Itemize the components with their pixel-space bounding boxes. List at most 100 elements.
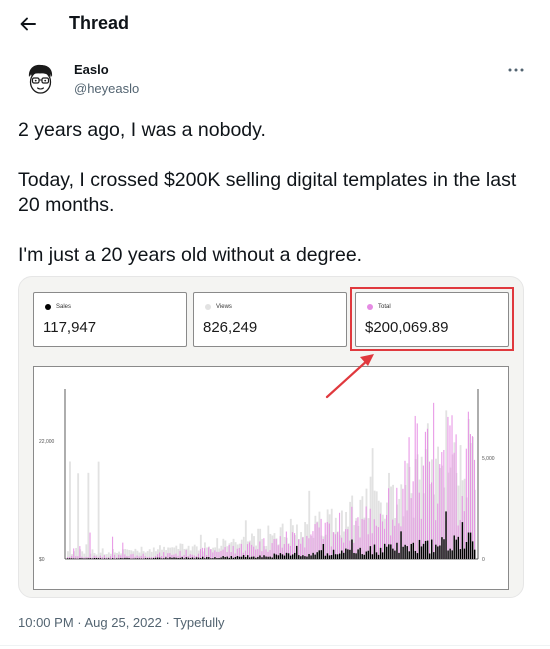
total-bar <box>218 551 220 559</box>
total-bar <box>416 423 418 559</box>
tweet-media-image[interactable]: Sales 117,947 Views 826,249 Total $200,0… <box>18 276 524 598</box>
sales-bar <box>206 557 208 559</box>
sales-bar <box>296 545 298 559</box>
sales-bar <box>367 550 370 559</box>
sales-bar <box>330 555 333 559</box>
sales-bar <box>359 547 361 559</box>
sales-bar <box>406 546 408 559</box>
sales-bar <box>152 558 155 559</box>
total-bar <box>132 553 134 559</box>
sales-bar <box>287 553 290 559</box>
author-name[interactable]: Easlo <box>74 62 109 77</box>
total-bar <box>114 554 116 559</box>
sales-bar <box>210 558 212 559</box>
sales-bar <box>175 557 177 559</box>
sales-bar <box>416 553 419 559</box>
tweet-time[interactable]: 10:00 PM <box>18 615 74 630</box>
total-bar <box>306 535 308 559</box>
sales-bar <box>383 543 386 559</box>
sales-bar <box>390 544 392 559</box>
sales-bar <box>265 556 267 559</box>
sales-bar <box>83 558 85 559</box>
total-bar <box>439 464 441 559</box>
sales-bar <box>371 554 374 559</box>
sales-bar <box>195 557 198 559</box>
sales-bar <box>328 555 331 559</box>
sales-bar <box>404 544 406 559</box>
total-bar <box>130 554 132 559</box>
sales-bar <box>373 544 376 559</box>
total-bar <box>204 548 206 559</box>
sales-bar <box>240 556 243 559</box>
sales-bar <box>232 557 235 559</box>
left-tick-label: $0 <box>39 557 45 563</box>
back-button[interactable] <box>14 10 42 38</box>
sales-bar <box>255 557 257 559</box>
sales-bar <box>422 543 425 559</box>
sales-bar <box>471 541 474 559</box>
sales-bar <box>443 539 445 559</box>
tweet-source[interactable]: Typefully <box>173 615 224 630</box>
views-bar <box>77 473 80 559</box>
sales-bar <box>111 558 114 559</box>
sales-bar <box>300 556 302 559</box>
avatar[interactable] <box>22 61 58 97</box>
more-options-button[interactable] <box>504 60 528 80</box>
tweet-paragraph: I'm just a 20 years old without a degree… <box>18 244 363 266</box>
sales-bar <box>251 556 253 559</box>
stat-card-views: Views 826,249 <box>193 292 347 347</box>
total-bar <box>473 459 476 559</box>
sales-bar <box>365 551 367 559</box>
sales-bar <box>179 557 181 559</box>
author-handle[interactable]: @heyeaslo <box>74 81 139 96</box>
sales-bar <box>269 556 271 559</box>
stat-label: Sales <box>56 304 72 310</box>
sales-bar <box>279 553 282 559</box>
sales-bar <box>171 557 173 559</box>
sales-bar <box>294 552 296 559</box>
sales-bar <box>441 537 443 559</box>
total-bar <box>142 553 144 559</box>
sales-bar <box>128 558 130 559</box>
sales-bar <box>81 558 83 559</box>
sales-bar <box>420 546 423 559</box>
sales-bar <box>426 540 429 559</box>
sales-bar <box>332 549 335 559</box>
sales-bar <box>304 556 306 559</box>
sales-bar <box>189 558 192 559</box>
sales-bar <box>467 532 470 559</box>
sales-bar <box>214 557 216 559</box>
sales-bar <box>138 558 141 559</box>
total-bar <box>377 527 379 559</box>
sales-bar <box>310 555 312 559</box>
meta-separator: · <box>161 615 174 630</box>
avatar-cartoon-icon <box>22 61 58 97</box>
total-bar <box>183 554 185 559</box>
tweet-date[interactable]: Aug 25, 2022 <box>85 615 162 630</box>
sales-bar <box>89 558 91 559</box>
total-bar <box>324 522 326 559</box>
sales-bar <box>453 535 455 559</box>
sales-bar <box>191 557 194 559</box>
total-bar <box>210 549 212 559</box>
total-bar <box>228 545 230 559</box>
sales-bar <box>148 558 151 559</box>
sales-bar <box>87 558 89 559</box>
total-bar <box>314 524 316 559</box>
sales-bar <box>187 557 190 559</box>
sales-bar <box>259 555 261 559</box>
sales-bar <box>298 555 300 559</box>
sales-bar <box>283 555 286 559</box>
sales-bar <box>457 536 460 559</box>
sales-bar <box>369 546 372 559</box>
right-tick-label: 5,000 <box>482 456 495 462</box>
sales-bar <box>97 558 100 559</box>
sales-bar <box>357 549 359 559</box>
sales-bar <box>107 558 110 559</box>
sales-bar <box>285 552 288 559</box>
sales-bar <box>222 556 224 559</box>
sales-bar <box>334 554 337 559</box>
sales-bar <box>159 557 161 559</box>
sales-bar <box>281 554 284 559</box>
sales-bar <box>197 557 200 559</box>
